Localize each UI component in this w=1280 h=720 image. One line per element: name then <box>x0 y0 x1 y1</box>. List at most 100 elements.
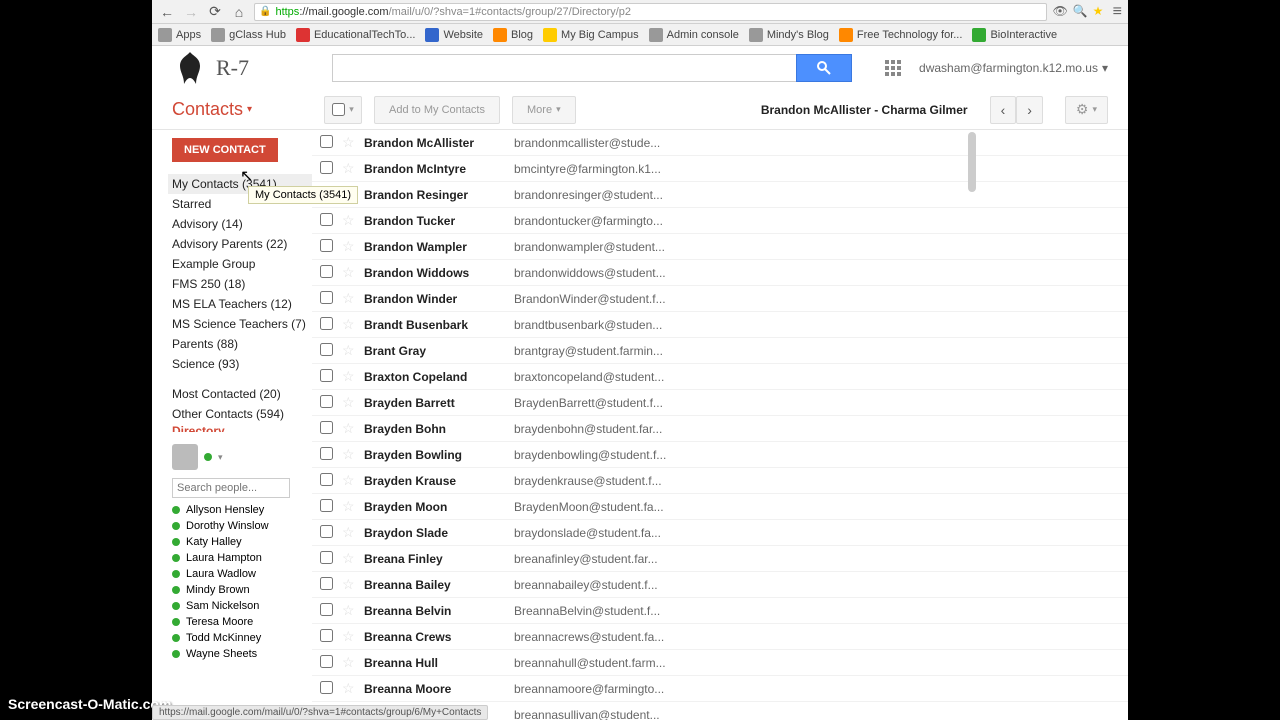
row-checkbox[interactable] <box>320 161 342 177</box>
star-icon[interactable]: ☆ <box>342 446 364 463</box>
contact-row[interactable]: ☆ Breanna Belvin BreannaBelvin@student.f… <box>312 598 1128 624</box>
contact-row[interactable]: ☆ Brandon Winder BrandonWinder@student.f… <box>312 286 1128 312</box>
row-checkbox[interactable] <box>320 317 342 333</box>
sidebar-group-item[interactable]: MS Science Teachers (7) <box>172 314 312 334</box>
chat-person[interactable]: Katy Halley <box>172 534 312 550</box>
contact-row[interactable]: ☆ Brandon Widdows brandonwiddows@student… <box>312 260 1128 286</box>
contact-name[interactable]: Brandon McIntyre <box>364 162 514 176</box>
search-input[interactable] <box>332 54 796 82</box>
row-checkbox[interactable] <box>320 265 342 281</box>
star-icon[interactable]: ☆ <box>342 134 364 151</box>
contact-email[interactable]: braydonslade@student.fa... <box>514 526 661 540</box>
contact-name[interactable]: Breanna Bailey <box>364 578 514 592</box>
contact-email[interactable]: BrandonWinder@student.f... <box>514 292 666 306</box>
contact-email[interactable]: braydenbowling@student.f... <box>514 448 666 462</box>
contact-row[interactable]: ☆ Brandon Resinger brandonresinger@stude… <box>312 182 1128 208</box>
row-checkbox[interactable] <box>320 499 342 515</box>
more-button[interactable]: More▾ <box>512 96 576 124</box>
contact-email[interactable]: brandonmcallister@stude... <box>514 136 660 150</box>
chat-person[interactable]: Allyson Hensley <box>172 502 312 518</box>
sidebar-group-item[interactable]: MS ELA Teachers (12) <box>172 294 312 314</box>
settings-button[interactable]: ⚙▾ <box>1065 96 1108 124</box>
contact-row[interactable]: ☆ Breanna Bailey breannabailey@student.f… <box>312 572 1128 598</box>
user-menu[interactable]: dwasham@farmington.k12.mo.us▾ <box>919 61 1108 75</box>
star-icon[interactable]: ☆ <box>342 264 364 281</box>
contact-name[interactable]: Brandon Winder <box>364 292 514 306</box>
row-checkbox[interactable] <box>320 421 342 437</box>
contact-row[interactable]: ☆ Braxton Copeland braxtoncopeland@stude… <box>312 364 1128 390</box>
eye-icon[interactable]: 👁 <box>1053 4 1069 20</box>
chat-header[interactable]: ▾ <box>172 440 312 474</box>
logo[interactable]: R-7 <box>172 50 312 86</box>
row-checkbox[interactable] <box>320 135 342 151</box>
contact-name[interactable]: Brayden Moon <box>364 500 514 514</box>
contact-name[interactable]: Brayden Barrett <box>364 396 514 410</box>
chat-search-input[interactable] <box>172 478 290 498</box>
contact-name[interactable]: Brandt Busenbark <box>364 318 514 332</box>
contact-row[interactable]: ☆ Brayden Barrett BraydenBarrett@student… <box>312 390 1128 416</box>
contact-row[interactable]: ☆ Brandon McIntyre bmcintyre@farmington.… <box>312 156 1128 182</box>
bookmark-item[interactable]: Admin console <box>649 28 739 42</box>
row-checkbox[interactable] <box>320 603 342 619</box>
contact-name[interactable]: Brandon Widdows <box>364 266 514 280</box>
reload-button[interactable]: ⟳ <box>206 3 224 21</box>
contact-row[interactable]: ☆ Brayden Bowling braydenbowling@student… <box>312 442 1128 468</box>
prev-page-button[interactable]: ‹ <box>990 96 1017 124</box>
contact-email[interactable]: brandtbusenbark@studen... <box>514 318 662 332</box>
row-checkbox[interactable] <box>320 577 342 593</box>
contact-name[interactable]: Braxton Copeland <box>364 370 514 384</box>
contact-row[interactable]: ☆ Braydon Slade braydonslade@student.fa.… <box>312 520 1128 546</box>
contact-row[interactable]: ☆ Brayden Moon BraydenMoon@student.fa... <box>312 494 1128 520</box>
contact-name[interactable]: Breanna Moore <box>364 682 514 696</box>
star-icon[interactable]: ☆ <box>342 628 364 645</box>
row-checkbox[interactable] <box>320 681 342 697</box>
contact-email[interactable]: breannasullivan@student... <box>514 708 660 720</box>
add-to-contacts-button[interactable]: Add to My Contacts <box>374 96 500 124</box>
star-icon[interactable]: ☆ <box>342 316 364 333</box>
star-icon[interactable]: ☆ <box>342 290 364 307</box>
chat-person[interactable]: Laura Wadlow <box>172 566 312 582</box>
bookmark-item[interactable]: BioInteractive <box>972 28 1057 42</box>
row-checkbox[interactable] <box>320 551 342 567</box>
star-icon[interactable]: ☆ <box>342 238 364 255</box>
row-checkbox[interactable] <box>320 525 342 541</box>
next-page-button[interactable]: › <box>1016 96 1043 124</box>
star-icon[interactable]: ☆ <box>342 472 364 489</box>
row-checkbox[interactable] <box>320 629 342 645</box>
star-icon[interactable]: ☆ <box>342 576 364 593</box>
contact-row[interactable]: ☆ Brant Gray brantgray@student.farmin... <box>312 338 1128 364</box>
contact-row[interactable]: ☆ Brandon McAllister brandonmcallister@s… <box>312 130 1128 156</box>
star-icon[interactable]: ☆ <box>342 160 364 177</box>
contact-email[interactable]: braydenbohn@student.far... <box>514 422 662 436</box>
row-checkbox[interactable] <box>320 239 342 255</box>
contact-email[interactable]: brandonresinger@student... <box>514 188 663 202</box>
contact-name[interactable]: Brayden Bowling <box>364 448 514 462</box>
bookmark-star-icon[interactable]: ★ <box>1093 4 1109 20</box>
row-checkbox[interactable] <box>320 447 342 463</box>
directory-link[interactable]: Directory <box>172 424 312 432</box>
contact-name[interactable]: Brandon Tucker <box>364 214 514 228</box>
sidebar-group-item[interactable]: Parents (88) <box>172 334 312 354</box>
star-icon[interactable]: ☆ <box>342 680 364 697</box>
sidebar-group-item[interactable]: FMS 250 (18) <box>172 274 312 294</box>
contact-name[interactable]: Brandon Resinger <box>364 188 514 202</box>
contact-name[interactable]: Breana Finley <box>364 552 514 566</box>
bookmark-item[interactable]: My Big Campus <box>543 28 639 42</box>
contact-email[interactable]: breanafinley@student.far... <box>514 552 658 566</box>
star-icon[interactable]: ☆ <box>342 498 364 515</box>
search-button[interactable] <box>796 54 852 82</box>
contact-row[interactable]: ☆ Brandon Wampler brandonwampler@student… <box>312 234 1128 260</box>
chat-person[interactable]: Mindy Brown <box>172 582 312 598</box>
bookmark-item[interactable]: gClass Hub <box>211 28 286 42</box>
new-contact-button[interactable]: NEW CONTACT <box>172 138 278 162</box>
chat-person[interactable]: Laura Hampton <box>172 550 312 566</box>
apps-grid-icon[interactable] <box>885 60 901 76</box>
bookmark-item[interactable]: EducationalTechTo... <box>296 28 416 42</box>
contact-row[interactable]: ☆ Brandon Tucker brandontucker@farmingto… <box>312 208 1128 234</box>
bookmark-item[interactable]: Mindy's Blog <box>749 28 829 42</box>
contact-name[interactable]: Brant Gray <box>364 344 514 358</box>
contact-email[interactable]: brandonwiddows@student... <box>514 266 666 280</box>
star-icon[interactable]: ☆ <box>342 212 364 229</box>
star-icon[interactable]: ☆ <box>342 368 364 385</box>
row-checkbox[interactable] <box>320 655 342 671</box>
